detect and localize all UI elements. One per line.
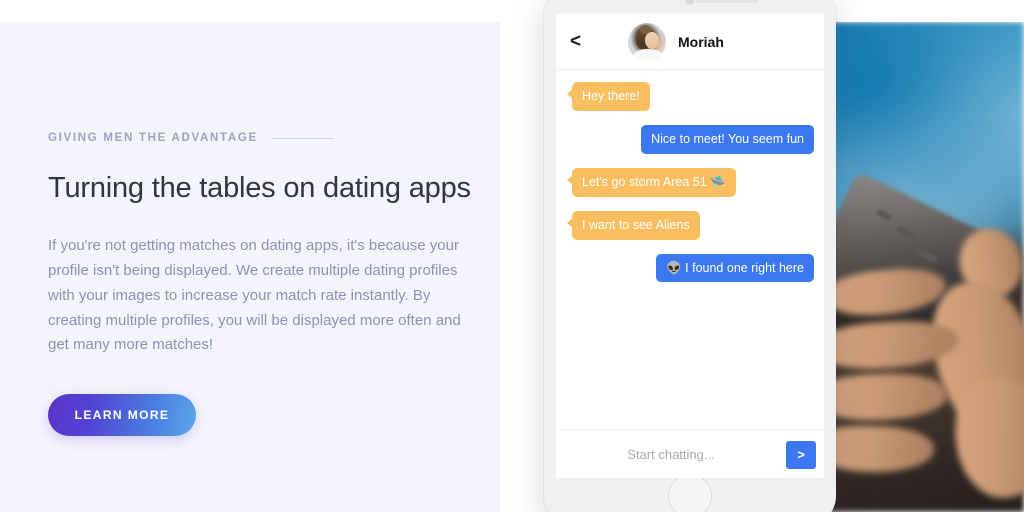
back-chevron-icon[interactable]: < — [570, 32, 596, 51]
message-bubble-outgoing[interactable]: Nice to meet! You seem fun — [641, 124, 814, 154]
avatar-face — [645, 31, 659, 49]
message-row: Let's go storm Area 51 🛸 — [566, 167, 814, 197]
phone-speaker — [695, 0, 758, 3]
message-bubble-outgoing[interactable]: 👽 I found one right here — [656, 253, 814, 283]
avatar — [628, 22, 666, 61]
hero-copy-block: GIVING MEN THE ADVANTAGE Turning the tab… — [48, 132, 480, 436]
eyebrow-row: GIVING MEN THE ADVANTAGE — [48, 132, 480, 144]
eyebrow-label: GIVING MEN THE ADVANTAGE — [48, 132, 258, 144]
phone-camera-icon — [685, 0, 695, 5]
landing-page-hero: GIVING MEN THE ADVANTAGE Turning the tab… — [0, 0, 1024, 512]
message-row: Hey there! — [566, 82, 814, 111]
message-list: Hey there! Nice to meet! You seem fun Let'… — [556, 70, 824, 430]
hero-text-panel: GIVING MEN THE ADVANTAGE Turning the tab… — [0, 22, 500, 512]
hero-description: If you're not getting matches on dating … — [48, 237, 461, 354]
page-title: Turning the tables on dating apps — [48, 172, 471, 204]
message-bubble-incoming[interactable]: I want to see Aliens — [567, 210, 700, 240]
contact-name: Moriah — [678, 33, 724, 50]
send-button[interactable]: > — [786, 440, 816, 469]
message-row: 👽 I found one right here — [566, 253, 814, 283]
phone-screen: < Moriah Hey there! Nice to meet! You see… — [556, 14, 824, 478]
chat-input[interactable] — [556, 447, 786, 462]
phone-home-button — [668, 474, 712, 512]
background-photo-right — [824, 22, 1024, 512]
avatar-bun — [640, 24, 651, 34]
message-row: I want to see Aliens — [566, 210, 814, 240]
chat-header: < Moriah — [556, 14, 824, 70]
phone-mockup: < Moriah Hey there! Nice to meet! You see… — [544, 0, 836, 512]
avatar-dress — [633, 48, 663, 61]
message-row: Nice to meet! You seem fun — [566, 124, 814, 154]
message-bubble-incoming[interactable]: Let's go storm Area 51 🛸 — [567, 167, 736, 197]
message-composer: > — [556, 430, 824, 478]
message-bubble-incoming[interactable]: Hey there! — [567, 82, 650, 111]
eyebrow-divider — [271, 137, 334, 139]
learn-more-button[interactable]: LEARN MORE — [48, 394, 196, 436]
